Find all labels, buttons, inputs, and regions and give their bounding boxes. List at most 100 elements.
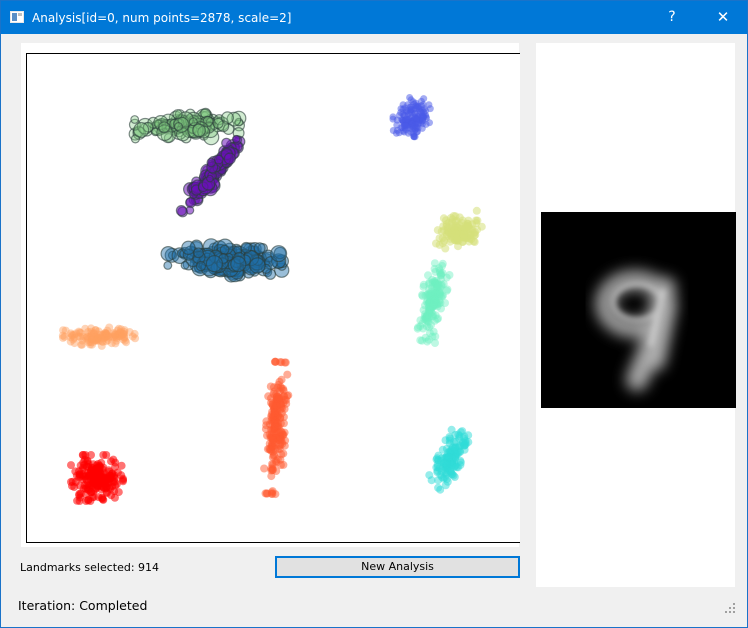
embedding-point[interactable] xyxy=(81,484,90,493)
cluster-9[interactable] xyxy=(425,425,473,494)
embedding-point[interactable] xyxy=(89,333,98,342)
embedding-point[interactable] xyxy=(276,427,285,436)
embedding-point[interactable] xyxy=(389,127,397,134)
embedding-point[interactable] xyxy=(447,425,456,434)
embedding-point[interactable] xyxy=(71,467,80,476)
embedding-point[interactable] xyxy=(418,336,426,345)
embedding-point[interactable] xyxy=(158,121,171,134)
cluster-7[interactable] xyxy=(260,357,293,499)
embedding-point[interactable] xyxy=(174,121,184,131)
embedding-point[interactable] xyxy=(265,444,274,453)
cluster-6[interactable] xyxy=(58,323,140,350)
embedding-point[interactable] xyxy=(68,482,76,490)
embedding-point[interactable] xyxy=(240,241,252,254)
embedding-point[interactable] xyxy=(279,384,288,393)
embedding-point[interactable] xyxy=(175,205,187,217)
title-bar[interactable]: Analysis[id=0, num points=2878, scale=2]… xyxy=(1,1,747,34)
embedding-point[interactable] xyxy=(389,113,397,121)
embedding-point[interactable] xyxy=(445,271,454,279)
embedding-point[interactable] xyxy=(269,435,278,444)
embedding-point[interactable] xyxy=(435,266,444,275)
embedding-point[interactable] xyxy=(253,242,266,255)
cluster-3[interactable] xyxy=(160,238,290,283)
embedding-point[interactable] xyxy=(416,316,425,325)
embedding-point[interactable] xyxy=(70,339,79,348)
embedding-point[interactable] xyxy=(104,336,113,345)
embedding-point[interactable] xyxy=(434,280,443,289)
embedding-point[interactable] xyxy=(464,222,473,231)
embedding-point[interactable] xyxy=(274,395,283,404)
embedding-point[interactable] xyxy=(206,157,216,168)
embedding-point[interactable] xyxy=(133,121,150,138)
embedding-point[interactable] xyxy=(60,332,69,341)
embedding-point[interactable] xyxy=(130,115,140,124)
embedding-point[interactable] xyxy=(206,174,214,183)
embedding-point[interactable] xyxy=(231,134,241,144)
embedding-point[interactable] xyxy=(413,324,422,333)
embedding-point[interactable] xyxy=(221,137,232,149)
resize-grip-icon[interactable] xyxy=(725,603,735,613)
embedding-point[interactable] xyxy=(464,438,473,447)
embedding-point[interactable] xyxy=(117,471,126,480)
embedding-point[interactable] xyxy=(406,107,414,115)
embedding-point[interactable] xyxy=(448,228,456,237)
embedding-point[interactable] xyxy=(163,260,173,270)
embedding-point[interactable] xyxy=(193,247,204,259)
embedding-point[interactable] xyxy=(427,287,436,296)
embedding-point[interactable] xyxy=(425,298,434,307)
new-analysis-button[interactable]: New Analysis xyxy=(275,556,520,578)
embedding-point[interactable] xyxy=(472,206,481,215)
embedding-point[interactable] xyxy=(417,109,425,117)
embedding-point[interactable] xyxy=(445,436,454,445)
cluster-0[interactable] xyxy=(389,94,434,141)
embedding-point[interactable] xyxy=(410,133,418,141)
embedding-point[interactable] xyxy=(272,402,281,411)
close-button[interactable]: ✕ xyxy=(700,1,746,34)
embedding-point[interactable] xyxy=(185,205,195,215)
embedding-point[interactable] xyxy=(434,476,443,485)
embedding-point[interactable] xyxy=(260,464,269,473)
embedding-point[interactable] xyxy=(407,96,415,104)
embedding-point[interactable] xyxy=(212,117,224,129)
embedding-point[interactable] xyxy=(100,474,109,483)
embedding-point[interactable] xyxy=(419,282,428,291)
embedding-point[interactable] xyxy=(267,464,276,473)
embedding-point[interactable] xyxy=(456,442,465,451)
embedding-point[interactable] xyxy=(470,231,479,240)
embedding-point[interactable] xyxy=(117,461,126,470)
embedding-point[interactable] xyxy=(449,212,458,220)
embedding-point[interactable] xyxy=(181,240,196,255)
embedding-point[interactable] xyxy=(281,436,290,445)
embedding-point[interactable] xyxy=(180,260,190,270)
embedding-point[interactable] xyxy=(80,455,89,464)
embedding-point[interactable] xyxy=(423,315,432,324)
embedding-point[interactable] xyxy=(75,497,84,505)
embedding-point[interactable] xyxy=(172,109,183,120)
embedding-point[interactable] xyxy=(108,469,117,478)
embedding-point[interactable] xyxy=(447,446,456,455)
embedding-point[interactable] xyxy=(435,287,444,296)
embedding-point[interactable] xyxy=(89,487,98,496)
cluster-5[interactable] xyxy=(413,259,454,347)
embedding-point[interactable] xyxy=(280,358,289,367)
embedding-point[interactable] xyxy=(230,255,247,273)
embedding-point[interactable] xyxy=(261,489,270,498)
cluster-2[interactable] xyxy=(175,134,246,218)
embedding-point[interactable] xyxy=(402,122,410,129)
embedding-point[interactable] xyxy=(223,152,236,165)
embedding-scatter-plot[interactable] xyxy=(26,53,520,543)
embedding-point[interactable] xyxy=(112,336,121,345)
cluster-4[interactable] xyxy=(432,206,486,253)
embedding-point[interactable] xyxy=(192,123,206,138)
embedding-point[interactable] xyxy=(92,478,101,487)
embedding-point[interactable] xyxy=(270,245,288,263)
embedding-point[interactable] xyxy=(439,214,448,223)
embedding-point[interactable] xyxy=(97,458,106,467)
embedding-point[interactable] xyxy=(438,239,447,248)
embedding-point[interactable] xyxy=(436,485,445,494)
cluster-8[interactable] xyxy=(67,451,127,505)
embedding-point[interactable] xyxy=(68,330,77,339)
embedding-point[interactable] xyxy=(444,453,453,462)
embedding-point[interactable] xyxy=(91,326,100,335)
embedding-point[interactable] xyxy=(205,255,223,273)
